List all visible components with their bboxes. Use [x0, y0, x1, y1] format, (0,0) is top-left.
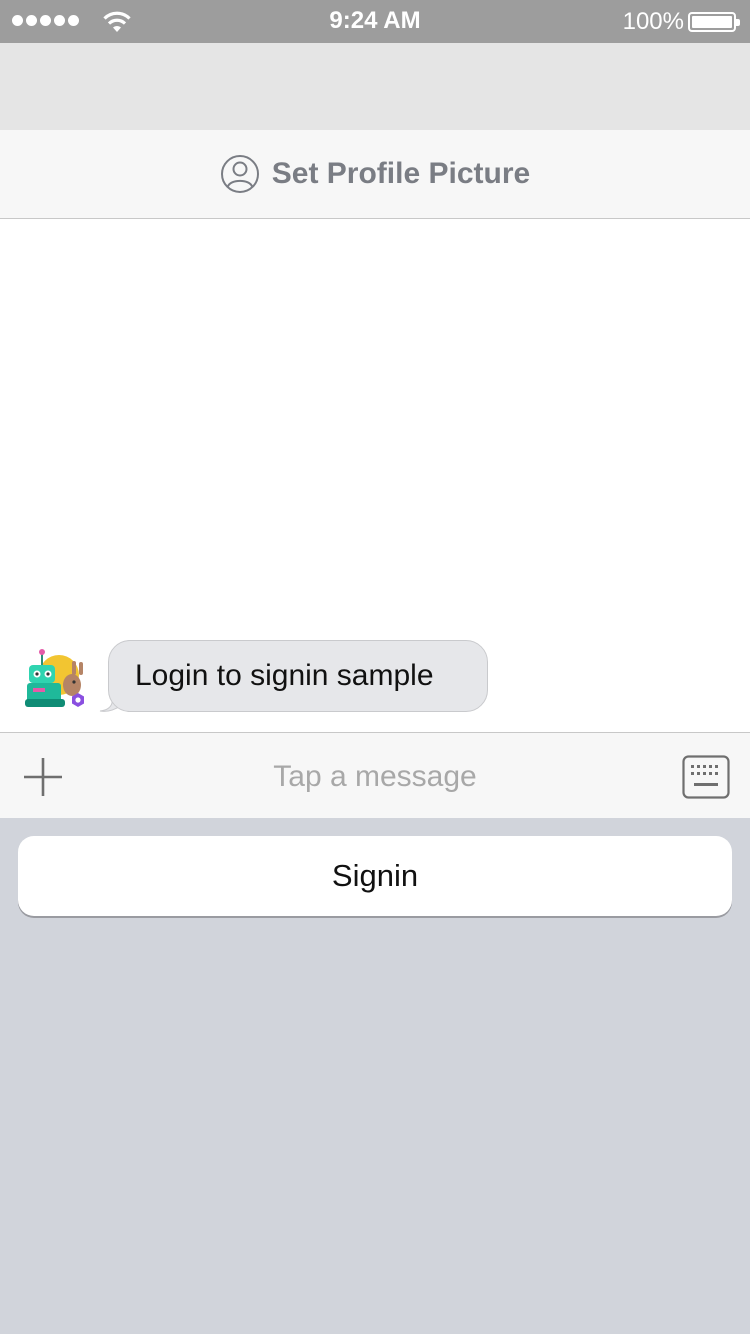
set-profile-picture-button[interactable]: Set Profile Picture [0, 130, 750, 219]
message-composer [0, 732, 750, 818]
chat-area[interactable]: Login to signin sample [0, 219, 750, 732]
person-circle-icon [220, 155, 259, 193]
message-input[interactable] [120, 751, 630, 803]
message-text: Login to signin sample [135, 659, 434, 692]
battery-percent: 100% [622, 8, 684, 35]
bot-avatar[interactable] [24, 645, 90, 711]
battery-icon [688, 12, 740, 32]
set-profile-picture-label: Set Profile Picture [271, 157, 531, 190]
navigation-bar [0, 43, 750, 130]
bot-message-bubble[interactable]: Login to signin sample [108, 640, 488, 712]
status-bar: 9:24 AM 100% [0, 0, 750, 43]
signin-button[interactable]: Signin [18, 836, 732, 916]
plus-icon[interactable] [22, 756, 64, 798]
keyboard-icon[interactable] [682, 755, 730, 799]
